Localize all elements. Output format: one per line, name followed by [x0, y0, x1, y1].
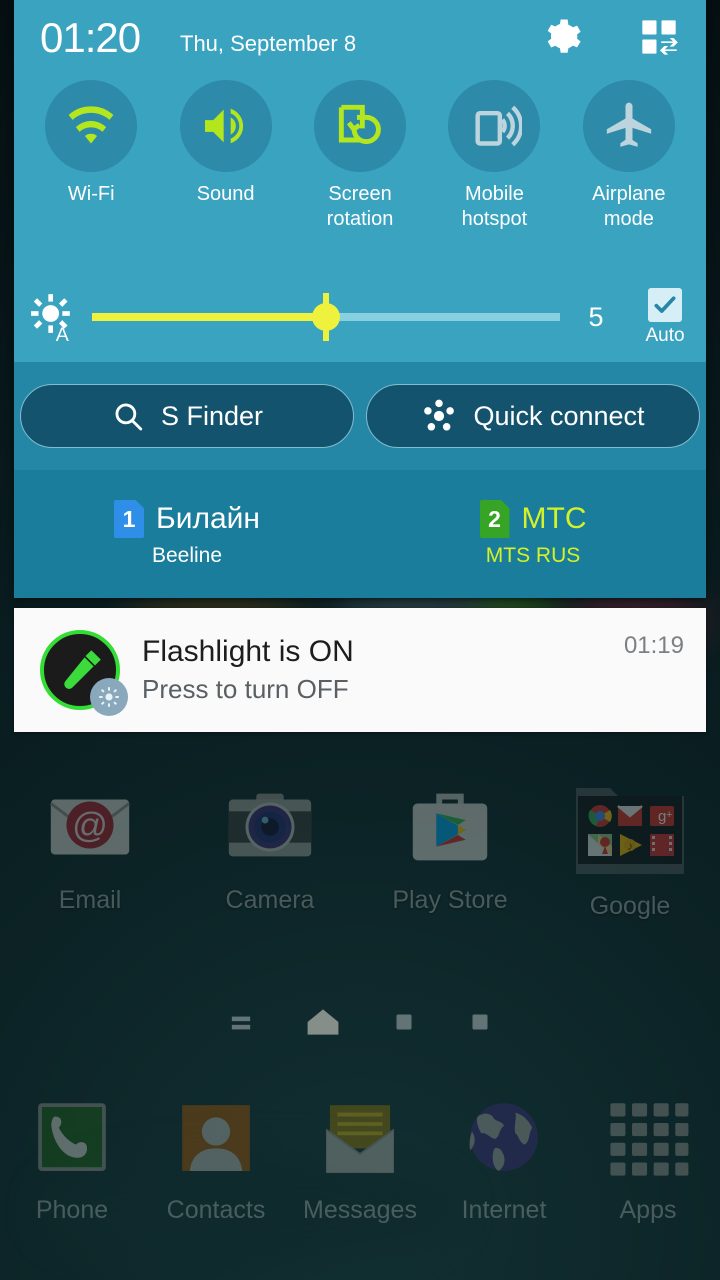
- app-camera[interactable]: Camera: [180, 778, 360, 921]
- gear-icon[interactable]: [538, 14, 584, 60]
- page-dot-icon[interactable]: [470, 1012, 490, 1032]
- search-icon: [115, 403, 143, 431]
- quick-toggle-airplane-mode[interactable]: Airplane mode: [562, 80, 696, 232]
- dock-label: Contacts: [166, 1196, 266, 1224]
- s-finder-button[interactable]: S Finder: [20, 384, 354, 448]
- home-page-icon[interactable]: [306, 1008, 339, 1036]
- shortcut-row: S Finder Quick connect: [14, 362, 706, 470]
- page-indicator: [0, 1008, 720, 1036]
- dock-item-internet[interactable]: Internet: [432, 1092, 576, 1225]
- dock-label: Phone: [35, 1196, 109, 1224]
- contacts-icon: [169, 1092, 263, 1186]
- auto-label: Auto: [645, 324, 685, 346]
- quick-toggle-mobile-hotspot[interactable]: Mobile hotspot: [427, 80, 561, 232]
- quick-connect-label: Quick connect: [473, 400, 645, 431]
- sim-carrier-name: МТС: [521, 502, 587, 535]
- quick-toggle-label: Wi-Fi: [67, 183, 115, 205]
- svg-text:A: A: [56, 324, 70, 345]
- internet-icon: [457, 1092, 551, 1186]
- camera-icon: [221, 778, 319, 876]
- quick-toggle-label: Mobile hotspot: [461, 183, 528, 230]
- slider-fill: [92, 313, 326, 321]
- sim-slot-2[interactable]: 2 МТС MTS RUS: [360, 470, 706, 598]
- app-label: Google: [589, 892, 671, 920]
- dock-label: Apps: [619, 1196, 677, 1224]
- google-folder-icon: g + ♪: [572, 778, 688, 882]
- quick-connect-icon: [424, 399, 455, 431]
- checkbox[interactable]: [648, 287, 682, 322]
- date-label: Thu, September 8: [180, 31, 357, 56]
- quick-connect-button[interactable]: Quick connect: [366, 384, 700, 448]
- mobile-hotspot-icon: [448, 80, 541, 172]
- auto-brightness-icon: A: [14, 289, 92, 345]
- app-row: @ Email Camera Play Store g + ♪ Google: [0, 778, 720, 921]
- notification-flashlight[interactable]: Flashlight is ON Press to turn OFF 01:19: [14, 608, 706, 732]
- app-email[interactable]: @ Email: [0, 778, 180, 921]
- app-label: Play Store: [392, 886, 508, 914]
- airplane-mode-icon: [582, 80, 675, 172]
- s-finder-label: S Finder: [160, 400, 264, 431]
- auto-brightness-checkbox[interactable]: Auto: [624, 287, 706, 347]
- sim-operator: MTS RUS: [485, 544, 581, 567]
- brightness-badge-icon: [90, 678, 128, 716]
- quick-toggle-sound[interactable]: Sound: [158, 80, 292, 232]
- dock-item-apps[interactable]: Apps: [576, 1092, 720, 1225]
- brightness-value: 5: [588, 301, 604, 332]
- app-play-store[interactable]: Play Store: [360, 778, 540, 921]
- svg-text:+: +: [666, 809, 672, 821]
- app-label: Camera: [225, 886, 315, 914]
- quick-settings-panel: 01:20 Thu, September 8 Wi-Fi Sound Scree…: [14, 0, 706, 598]
- sim-slot-badge: 1: [114, 500, 145, 538]
- sim-slot-1[interactable]: 1 Билайн Beeline: [14, 470, 360, 598]
- slider-thumb[interactable]: [312, 293, 340, 341]
- sound-icon: [179, 80, 272, 172]
- flashlight-icon: [36, 626, 128, 716]
- quick-toggle-label: Screen rotation: [326, 183, 394, 230]
- sim-carrier-name: Билайн: [156, 502, 260, 535]
- clock: 01:20: [40, 14, 141, 61]
- quick-toggle-row: Wi-Fi Sound Screen rotation Mobile hotsp…: [14, 78, 706, 232]
- sim-slot-badge: 2: [479, 500, 510, 538]
- dock-label: Messages: [303, 1196, 417, 1224]
- dock: Phone Contacts Messages Internet Apps: [0, 1092, 720, 1225]
- widgets-page-icon[interactable]: [230, 1012, 251, 1032]
- dock-label: Internet: [461, 1196, 547, 1224]
- quick-toggle-screen-rotation[interactable]: Screen rotation: [293, 80, 427, 232]
- dock-item-messages[interactable]: Messages: [288, 1092, 432, 1225]
- phone-screen: 01:20 Thu, September 8 Wi-Fi Sound Scree…: [0, 0, 720, 1280]
- app-google-folder[interactable]: g + ♪ Google: [540, 778, 720, 921]
- svg-text:@: @: [72, 806, 108, 845]
- quick-toggle-wifi[interactable]: Wi-Fi: [24, 80, 158, 232]
- notification-subtitle: Press to turn OFF: [142, 674, 349, 704]
- svg-text:♪: ♪: [627, 839, 633, 853]
- page-dot-icon[interactable]: [394, 1012, 414, 1032]
- app-label: Email: [58, 886, 122, 914]
- notification-time: 01:19: [623, 632, 684, 659]
- sim-row: 1 Билайн Beeline 2 МТС MTS RUS: [14, 470, 706, 598]
- quick-toggle-label: Sound: [196, 183, 255, 205]
- messages-icon: [313, 1092, 407, 1186]
- sim-operator: Beeline: [151, 544, 223, 567]
- quick-settings-header: 01:20 Thu, September 8: [14, 0, 706, 78]
- email-icon: @: [41, 778, 139, 876]
- brightness-row: A 5 Auto: [14, 276, 706, 358]
- apps-grid-icon: [601, 1092, 695, 1186]
- dock-item-phone[interactable]: Phone: [0, 1092, 144, 1225]
- notification-title: Flashlight is ON: [142, 635, 354, 668]
- screen-rotation-icon: [314, 80, 407, 172]
- phone-icon: [25, 1092, 119, 1186]
- play-store-icon: [401, 778, 499, 876]
- quick-toggle-label: Airplane mode: [592, 183, 666, 230]
- wifi-icon: [45, 80, 138, 172]
- brightness-slider[interactable]: [92, 293, 560, 341]
- edit-quick-settings-icon[interactable]: [636, 14, 682, 60]
- dock-item-contacts[interactable]: Contacts: [144, 1092, 288, 1225]
